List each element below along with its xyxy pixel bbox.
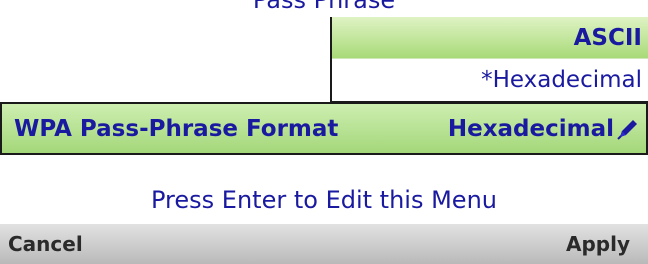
dropdown-option-ascii[interactable]: ASCII	[332, 17, 648, 59]
setting-label: WPA Pass-Phrase Format	[14, 115, 339, 142]
setting-value-group: Hexadecimal	[448, 116, 640, 142]
softkey-bar: Cancel Apply	[0, 224, 648, 264]
dropdown-option-hexadecimal[interactable]: *Hexadecimal	[332, 59, 648, 101]
apply-button[interactable]: Apply	[566, 232, 630, 256]
pencil-icon	[617, 119, 637, 140]
setting-value: Hexadecimal	[447, 115, 614, 142]
edit-hint: Press Enter to Edit this Menu	[151, 186, 497, 214]
format-dropdown-list[interactable]: ASCII *Hexadecimal	[330, 17, 648, 103]
wpa-passphrase-format-row[interactable]: WPA Pass-Phrase Format Hexadecimal	[0, 102, 648, 155]
cancel-button[interactable]: Cancel	[8, 232, 83, 256]
page-title: Pass Phrase	[0, 0, 648, 9]
